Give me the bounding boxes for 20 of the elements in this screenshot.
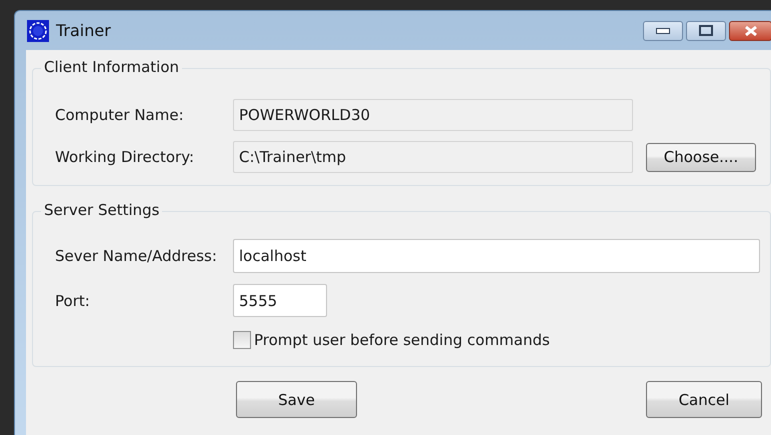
close-icon (742, 24, 758, 36)
globe-icon (27, 20, 49, 42)
checkbox[interactable] (233, 331, 251, 349)
field-label: Computer Name: (55, 106, 185, 124)
maximize-icon (699, 25, 713, 36)
input-field[interactable]: 5555 (233, 284, 327, 317)
close-button[interactable] (729, 20, 771, 40)
input-field[interactable]: localhost (233, 239, 760, 273)
choose-button[interactable]: Choose.... (646, 142, 756, 172)
field-label: Port: (55, 292, 91, 310)
minimize-button[interactable] (643, 20, 683, 40)
maximize-button[interactable] (686, 20, 726, 40)
cancel-button[interactable]: Cancel (646, 381, 762, 418)
checkbox-label[interactable]: Prompt user before sending commands (254, 331, 550, 349)
group-title: Server Settings (41, 201, 162, 219)
field-label: Working Directory: (55, 148, 196, 166)
window-title: Trainer (56, 21, 111, 40)
field-label: Sever Name/Address: (55, 247, 218, 265)
minimize-icon (656, 28, 670, 34)
save-button[interactable]: Save (236, 381, 357, 418)
